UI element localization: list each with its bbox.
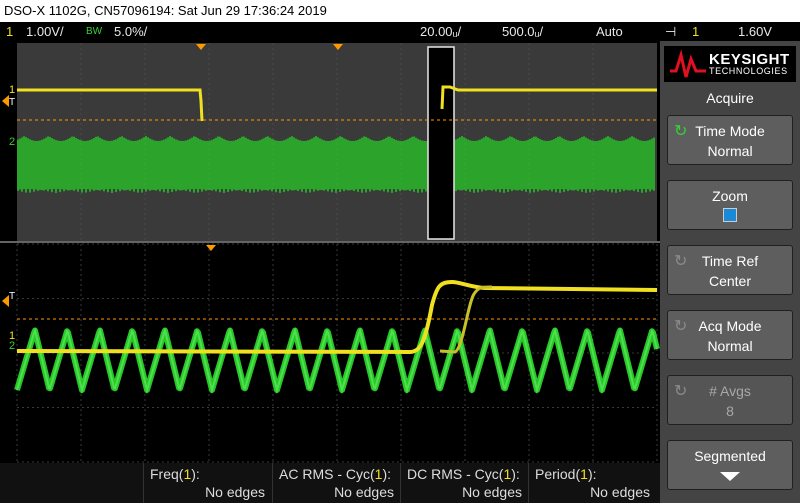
trigger-edge-icon: ⊣ — [665, 24, 677, 39]
softkey-label: Time Ref — [701, 253, 759, 269]
brand-sub: TECHNOLOGIES — [709, 66, 788, 76]
measurement-ac-rms[interactable]: AC RMS - Cyc(1): No edges — [272, 463, 400, 503]
measurement-channel: 1 — [503, 466, 512, 482]
trigger-mode[interactable]: Auto — [596, 22, 623, 41]
measurement-bar: Freq(1): No edges AC RMS - Cyc(1): No ed… — [0, 463, 660, 503]
ch1-scale[interactable]: 1.00V/ — [26, 22, 64, 41]
softkey-value: Normal — [707, 143, 753, 159]
measurement-name: Period — [535, 466, 576, 482]
ch2-overview-trace — [17, 136, 655, 193]
trigger-channel[interactable]: 1 — [692, 22, 699, 41]
measurement-value: No edges — [205, 484, 265, 500]
softkey-label: Zoom — [712, 188, 748, 204]
avgs-softkey[interactable]: ↻ # Avgs 8 — [667, 375, 793, 425]
time-ref-softkey[interactable]: ↻ Time Ref Center — [667, 245, 793, 295]
softkey-label: Segmented — [694, 448, 766, 464]
measurement-channel: 1 — [183, 466, 192, 482]
ch2-label: 2 — [9, 136, 15, 148]
window-title: DSO-X 1102G, CN57096194: Sat Jun 29 17:3… — [4, 3, 327, 18]
trigger-level[interactable]: 1.60V — [738, 22, 772, 41]
zoom-softkey[interactable]: Zoom — [667, 180, 793, 230]
ch1-label: 1 — [9, 84, 15, 96]
trigger-marker-label-main: T — [9, 291, 15, 302]
time-scale-main[interactable]: 500.0ᵤ/ — [502, 22, 543, 41]
measurement-value: No edges — [462, 484, 522, 500]
trigger-marker-label: T — [9, 97, 15, 108]
softkey-value: 8 — [726, 403, 734, 419]
measurement-period[interactable]: Period(1): No edges — [528, 463, 656, 503]
measurement-freq[interactable]: Freq(1): No edges — [143, 463, 271, 503]
softkey-label: Time Mode — [695, 123, 765, 139]
status-bar: 1 1.00V/ BW 5.0%/ 20.00ᵤ/ 500.0ᵤ/ Auto ⊣… — [0, 22, 800, 41]
ch1-number[interactable]: 1 — [6, 22, 13, 41]
measurement-channel: 1 — [374, 466, 383, 482]
softkey-label: # Avgs — [709, 383, 751, 399]
measurement-value: No edges — [334, 484, 394, 500]
segmented-softkey[interactable]: Segmented — [667, 440, 793, 490]
softkey-value: Center — [708, 273, 752, 289]
measurement-name: Freq — [150, 466, 179, 482]
measurement-value: No edges — [590, 484, 650, 500]
keysight-wave-icon — [670, 49, 706, 78]
keysight-logo: KEYSIGHT TECHNOLOGIES — [664, 46, 796, 82]
measurement-dc-rms[interactable]: DC RMS - Cyc(1): No edges — [400, 463, 528, 503]
down-arrow-icon — [668, 468, 792, 484]
zoom-window[interactable] — [428, 47, 454, 239]
window-title-bar: DSO-X 1102G, CN57096194: Sat Jun 29 17:3… — [0, 0, 800, 22]
measurement-name: DC RMS - Cyc — [407, 466, 499, 482]
ch2-label-main: 2 — [9, 340, 15, 352]
measurement-channel: 1 — [580, 466, 588, 482]
softkey-value: Normal — [707, 338, 753, 354]
time-scale[interactable]: 20.00ᵤ/ — [420, 22, 461, 41]
ch2-scale[interactable]: 5.0%/ — [114, 22, 147, 41]
waveform-display[interactable]: 1 T 2 T 1 2 — [0, 41, 660, 463]
overview-pane — [17, 43, 657, 241]
softkey-label: Acq Mode — [698, 318, 762, 334]
menu-title: Acquire — [706, 90, 754, 106]
measurement-name: AC RMS - Cyc — [279, 466, 370, 482]
checkbox-icon — [668, 208, 792, 225]
time-mode-softkey[interactable]: ↻ Time Mode Normal — [667, 115, 793, 165]
acq-mode-softkey[interactable]: ↻ Acq Mode Normal — [667, 310, 793, 360]
bandwidth-limit-badge: BW — [86, 26, 103, 37]
